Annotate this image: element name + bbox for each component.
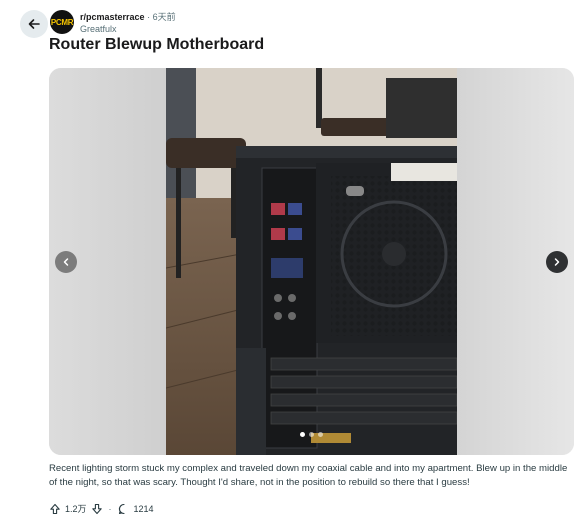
gallery-pagination <box>49 432 574 437</box>
comment-count[interactable]: 1214 <box>134 504 154 514</box>
gallery-dot[interactable] <box>318 432 323 437</box>
comment-bubble-icon[interactable] <box>118 503 130 515</box>
back-button[interactable] <box>20 10 48 38</box>
gallery-dot[interactable] <box>300 432 305 437</box>
chevron-right-icon <box>554 258 560 266</box>
pc-case-photo <box>166 68 457 455</box>
subreddit-avatar[interactable]: PCMR <box>50 10 74 34</box>
chevron-left-icon <box>63 258 69 266</box>
post-body: Recent lighting storm stuck my complex a… <box>49 463 568 488</box>
author-link[interactable]: Greatfulx <box>80 23 176 35</box>
gallery-image <box>166 68 457 455</box>
meta-row: r/pcmasterrace · 6天前 <box>80 11 176 23</box>
actions-separator: · <box>108 503 112 514</box>
post-meta: r/pcmasterrace · 6天前 Greatfulx <box>80 11 176 35</box>
gallery-dot[interactable] <box>309 432 314 437</box>
post-actions: 1.2万 · 1214 <box>49 502 154 515</box>
avatar-logo-text: PCMR <box>50 17 74 27</box>
upvote-arrow-icon[interactable] <box>49 503 61 515</box>
post-age: 6天前 <box>152 12 176 22</box>
meta-separator: · <box>147 12 151 22</box>
subreddit-link[interactable]: r/pcmasterrace <box>80 12 145 22</box>
gallery-next-button[interactable] <box>546 251 568 273</box>
downvote-arrow-icon[interactable] <box>91 503 103 515</box>
image-gallery[interactable] <box>49 68 574 455</box>
vote-count: 1.2万 <box>65 504 87 514</box>
gallery-prev-button[interactable] <box>55 251 77 273</box>
post-title: Router Blewup Motherboard <box>49 36 265 53</box>
arrow-left-icon <box>28 19 40 29</box>
